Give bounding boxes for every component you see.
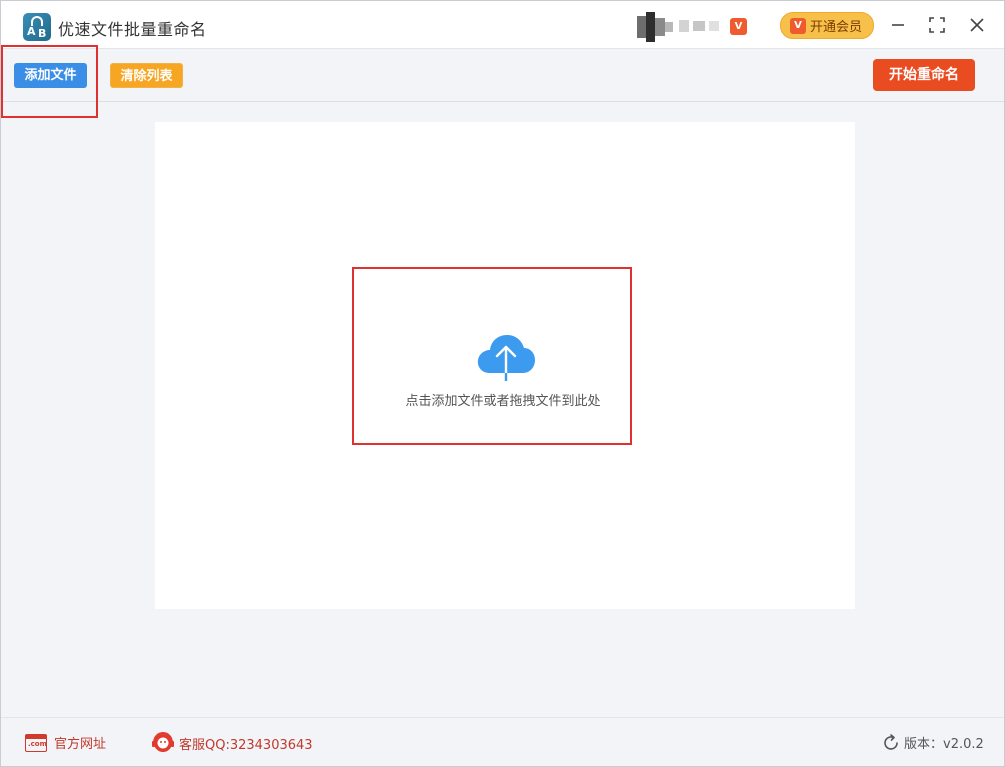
add-files-button[interactable]: 添加文件 (14, 63, 87, 88)
refresh-icon (884, 733, 898, 750)
toolbar: 添加文件 清除列表 开始重命名 (1, 49, 1004, 102)
app-window: A B 优速文件批量重命名 V V 开通会员 添加文件 清除列表 开始重命名 点… (0, 0, 1005, 767)
close-icon[interactable] (965, 13, 989, 37)
website-icon: .com (25, 733, 47, 752)
user-avatar[interactable] (637, 12, 725, 42)
website-icon-text: .com (28, 739, 47, 748)
title-bar: A B 优速文件批量重命名 V V 开通会员 (1, 1, 1004, 49)
vip-badge-icon: V (730, 18, 747, 35)
logo-letter-b: B (38, 27, 47, 40)
open-vip-label: 开通会员 (810, 20, 863, 35)
open-vip-button[interactable]: V 开通会员 (780, 12, 874, 39)
maximize-icon[interactable] (925, 13, 949, 37)
start-rename-button[interactable]: 开始重命名 (873, 59, 975, 91)
version-info[interactable]: 版本：v2.0.2 (882, 733, 984, 752)
app-title: 优速文件批量重命名 (58, 20, 207, 39)
customer-service-qq-link[interactable]: 客服QQ:3234303643 (151, 731, 313, 755)
drop-hint-text: 点击添加文件或者拖拽文件到此处 (405, 394, 601, 409)
customer-service-icon (152, 731, 174, 752)
website-label: 官方网址 (54, 737, 107, 752)
app-logo-icon: A B (23, 13, 51, 41)
official-website-link[interactable]: .com 官方网址 (25, 733, 106, 752)
logo-letter-a: A (27, 25, 36, 38)
version-label: 版本：v2.0.2 (904, 737, 984, 752)
qq-label: 客服QQ:3234303643 (179, 737, 313, 753)
status-bar: .com 官方网址 客服QQ:3234303643 版本：v2.0.2 (1, 717, 1004, 766)
cloud-upload-icon (477, 335, 535, 381)
minimize-icon[interactable] (886, 13, 910, 37)
clear-list-button[interactable]: 清除列表 (110, 63, 183, 88)
vip-crown-icon: V (790, 17, 806, 34)
file-drop-zone[interactable]: 点击添加文件或者拖拽文件到此处 (354, 269, 630, 443)
